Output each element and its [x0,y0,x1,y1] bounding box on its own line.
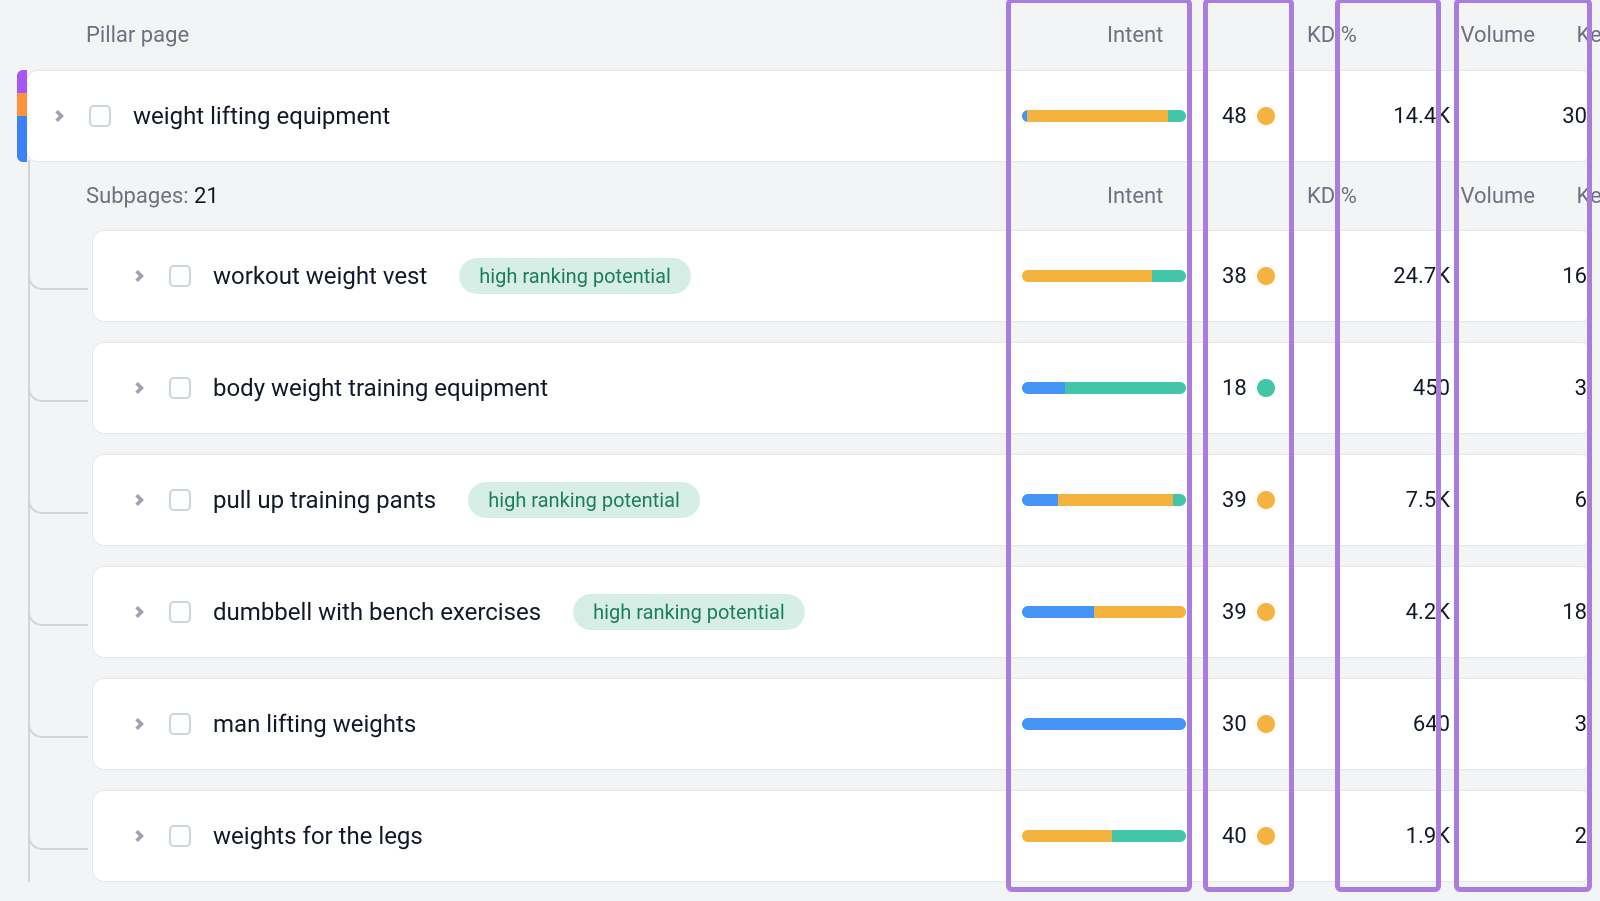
chevron-right-icon[interactable] [131,380,147,396]
kd-dot-icon [1257,107,1275,125]
subpage-title: pull up training pants [213,486,436,514]
kd-value: 48 [1222,104,1247,129]
subpage-checkbox[interactable] [169,265,191,287]
ranking-potential-badge: high ranking potential [573,594,805,630]
sub-col-intent-header: Intent [1095,162,1295,230]
volume-value: 24.7K [1344,264,1464,289]
kd-value: 18 [1222,376,1247,401]
keyword-topic-table: Pillar page Intent KD % Volume Keywords … [0,0,1600,882]
kd-value: 40 [1222,824,1247,849]
subpage-row[interactable]: dumbbell with bench exercises high ranki… [92,566,1592,658]
chevron-right-icon[interactable] [131,492,147,508]
subpages-header-row: Subpages: 21 Intent KD % Volume Keywords [0,162,1600,230]
keywords-value: 16 [1464,264,1600,289]
kd-dot-icon [1257,827,1275,845]
subpage-checkbox[interactable] [169,825,191,847]
ranking-potential-badge: high ranking potential [459,258,691,294]
col-volume-header: Volume [1429,0,1549,70]
subpage-title: man lifting weights [213,710,416,738]
keywords-value: 3 [1464,376,1600,401]
subpage-title: body weight training equipment [213,374,548,402]
chevron-right-icon[interactable] [131,604,147,620]
pillar-page-label: Pillar page [86,23,1095,48]
pillar-checkbox[interactable] [89,105,111,127]
intent-bar [1022,718,1186,730]
subpage-title: dumbbell with bench exercises [213,598,541,626]
col-intent-header: Intent [1095,0,1295,70]
subpage-row[interactable]: pull up training pants high ranking pote… [92,454,1592,546]
col-keywords-header: Keywords [1549,0,1600,70]
volume-value: 4.2K [1344,600,1464,625]
subpage-row[interactable]: weights for the legs 401.9K2 [92,790,1592,882]
volume-value: 1.9K [1344,824,1464,849]
subpage-row[interactable]: workout weight vest high ranking potenti… [92,230,1592,322]
sub-col-keywords-header: Keywords [1549,162,1600,230]
kd-value: 39 [1222,488,1247,513]
kd-dot-icon [1257,267,1275,285]
sub-col-volume-header: Volume [1429,162,1549,230]
pillar-title: weight lifting equipment [133,102,390,130]
subpage-checkbox[interactable] [169,377,191,399]
ranking-potential-badge: high ranking potential [468,482,700,518]
keywords-value: 3 [1464,712,1600,737]
pillar-accent [17,70,27,162]
keywords-value: 6 [1464,488,1600,513]
sub-col-kd-header: KD % [1295,162,1429,230]
intent-bar [1022,270,1186,282]
subpage-title: workout weight vest [213,262,427,290]
subpage-title: weights for the legs [213,822,423,850]
intent-bar [1022,606,1186,618]
chevron-right-icon[interactable] [51,108,67,124]
subpage-row[interactable]: man lifting weights 306403 [92,678,1592,770]
keywords-value: 2 [1464,824,1600,849]
intent-bar [1022,830,1186,842]
chevron-right-icon[interactable] [131,828,147,844]
subpage-row[interactable]: body weight training equipment 184503 [92,342,1592,434]
volume-value: 7.5K [1344,488,1464,513]
intent-bar [1022,110,1186,122]
subpage-checkbox[interactable] [169,601,191,623]
subpages-count: 21 [194,184,219,209]
kd-value: 38 [1222,264,1247,289]
kd-dot-icon [1257,603,1275,621]
kd-dot-icon [1257,379,1275,397]
volume-value: 14.4K [1344,104,1464,129]
pillar-row[interactable]: weight lifting equipment 48 14.4K 30 [26,70,1592,162]
kd-value: 30 [1222,712,1247,737]
volume-value: 640 [1344,712,1464,737]
chevron-right-icon[interactable] [131,716,147,732]
subpages-label: Subpages: [86,184,189,209]
volume-value: 450 [1344,376,1464,401]
kd-value: 39 [1222,600,1247,625]
col-kd-header: KD % [1295,0,1429,70]
subpages-rows: workout weight vest high ranking potenti… [0,230,1600,882]
chevron-right-icon[interactable] [131,268,147,284]
pillar-header-row: Pillar page Intent KD % Volume Keywords [0,0,1600,70]
subpage-checkbox[interactable] [169,489,191,511]
intent-bar [1022,382,1186,394]
subpage-checkbox[interactable] [169,713,191,735]
intent-bar [1022,494,1186,506]
kd-dot-icon [1257,715,1275,733]
keywords-value: 18 [1464,600,1600,625]
kd-dot-icon [1257,491,1275,509]
keywords-value: 30 [1464,104,1600,129]
